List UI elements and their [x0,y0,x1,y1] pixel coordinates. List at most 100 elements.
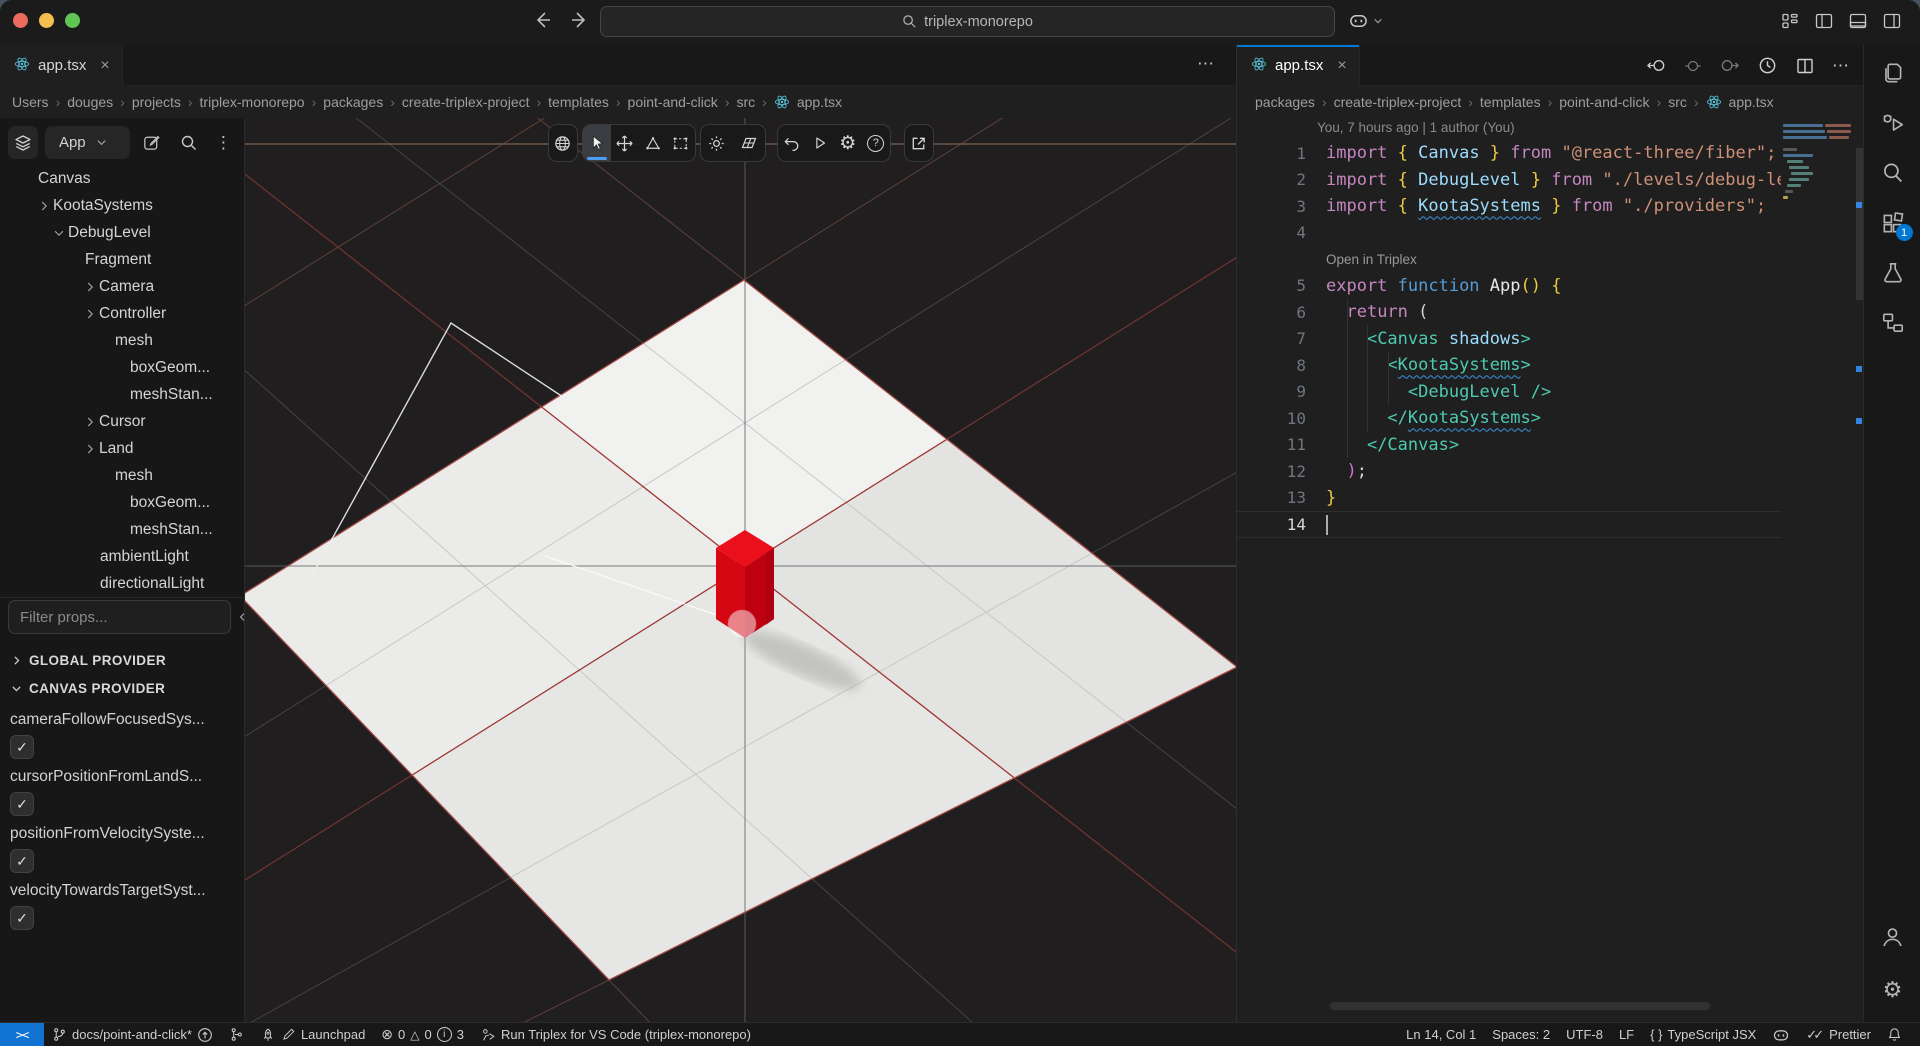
chevron-right-icon[interactable] [35,199,53,213]
scene-tree-item[interactable]: meshStan... [0,516,245,543]
breadcrumb-item[interactable]: create-triplex-project [1334,94,1462,110]
indentation-status[interactable]: Spaces: 2 [1484,1023,1558,1046]
breadcrumb-item[interactable]: src [736,94,755,110]
region-select-tool-button[interactable] [667,125,695,161]
tab-app-tsx-left[interactable]: app.tsx × [0,45,123,86]
scene-tree-item[interactable]: KootaSystems [0,192,245,219]
previous-change-button[interactable] [1684,57,1702,75]
transform-tool-button[interactable] [639,125,667,161]
chevron-right-icon[interactable] [81,415,99,429]
scene-panel-menu-button[interactable]: ⋮ [211,129,236,157]
3d-viewport[interactable]: ⚙ ? [245,118,1236,1022]
scene-tree-item[interactable]: boxGeom... [0,489,245,516]
prop-checkbox[interactable]: ✓ [10,849,34,873]
select-tool-button[interactable] [583,125,611,161]
filter-options-button[interactable] [237,607,245,627]
scene-tree-item[interactable]: Controller [0,300,245,327]
breadcrumb-item[interactable]: app.tsx [797,94,842,110]
play-button[interactable] [806,125,834,161]
close-tab-icon[interactable]: × [100,57,109,75]
run-debug-button[interactable] [1877,107,1909,139]
breadcrumb-item[interactable]: packages [323,94,383,110]
open-external-button[interactable] [905,125,933,161]
remote-indicator[interactable]: >< [0,1023,44,1046]
run-triplex-status[interactable]: Run Triplex for VS Code (triplex-monorep… [472,1023,759,1046]
scene-tree-item[interactable]: mesh [0,327,245,354]
breadcrumb-item[interactable]: templates [1480,94,1541,110]
scene-tree-item[interactable]: Cursor [0,408,245,435]
scene-tree-item[interactable]: Canvas [0,165,245,192]
next-change-button[interactable] [1719,55,1740,76]
history-back-button[interactable] [530,8,554,35]
chevron-right-icon[interactable] [81,442,99,456]
codelens-open-in-triplex[interactable]: Open in Triplex [1326,252,1417,267]
filter-props-input[interactable] [8,600,231,634]
scene-tree-item[interactable]: Fragment [0,246,245,273]
scene-tree-item[interactable]: DebugLevel [0,219,245,246]
close-tab-icon[interactable]: × [1337,57,1346,75]
manage-settings-button[interactable]: ⚙ [1877,974,1909,1006]
extensions-button[interactable]: 1 [1877,207,1909,239]
scene-tree-item[interactable]: ambientLight [0,543,245,570]
toggle-secondary-sidebar-button[interactable] [1882,11,1902,31]
settings-button[interactable]: ⚙ [834,125,862,161]
cursor-position-status[interactable]: Ln 14, Col 1 [1398,1023,1484,1046]
minimize-window-button[interactable] [39,13,54,28]
scene-tree-item[interactable]: mesh [0,462,245,489]
breadcrumb-item[interactable]: douges [67,94,113,110]
code-editor[interactable]: You, 7 hours ago | 1 author (You) 1impor… [1237,118,1863,1022]
horizontal-scrollbar[interactable] [1330,1002,1710,1010]
notifications-status[interactable] [1879,1023,1910,1046]
world-tool-button[interactable] [549,125,577,161]
breadcrumb-item[interactable]: packages [1255,94,1315,110]
scene-tree-item[interactable]: Land [0,435,245,462]
lighting-toggle-button[interactable] [701,125,733,161]
search-scene-button[interactable] [174,126,204,159]
scene-tree-item[interactable]: directionalLight [0,570,245,597]
grid-toggle-button[interactable] [733,125,765,161]
section-global-provider[interactable]: GLOBAL PROVIDER [10,646,235,674]
section-canvas-provider[interactable]: CANVAS PROVIDER [10,674,235,702]
open-changes-button[interactable] [1646,55,1667,76]
testing-button[interactable] [1877,257,1909,289]
launchpad-status[interactable]: Launchpad [252,1023,373,1046]
git-graph-status[interactable] [221,1023,252,1046]
scene-tree-item[interactable]: meshStan... [0,381,245,408]
eol-status[interactable]: LF [1611,1023,1642,1046]
language-status[interactable]: { } TypeScript JSX [1642,1023,1764,1046]
references-button[interactable] [1877,307,1909,339]
copilot-menu[interactable] [1348,10,1383,31]
prop-checkbox[interactable]: ✓ [10,735,34,759]
prop-checkbox[interactable]: ✓ [10,906,34,930]
problems-status[interactable]: ⊗ 0 △ 0 i 3 [373,1023,472,1046]
run-or-debug-button[interactable] [1757,55,1778,76]
translate-tool-button[interactable] [611,125,639,161]
breadcrumb-item[interactable]: Users [12,94,49,110]
breadcrumb-item[interactable]: create-triplex-project [402,94,530,110]
breadcrumb-item[interactable]: projects [132,94,181,110]
account-button[interactable] [1877,920,1909,952]
more-actions-button[interactable]: ⋯ [1832,56,1849,76]
zoom-window-button[interactable] [65,13,80,28]
component-selector[interactable]: App [45,126,130,159]
chevron-right-icon[interactable] [81,307,99,321]
breadcrumb-item[interactable]: src [1668,94,1687,110]
undo-button[interactable] [778,125,806,161]
minimap[interactable] [1781,118,1855,248]
editor-more-actions-button[interactable]: ⋯ [1197,54,1214,74]
breadcrumb-item[interactable]: app.tsx [1729,94,1774,110]
close-window-button[interactable] [13,13,28,28]
breadcrumb-item[interactable]: templates [548,94,609,110]
new-component-button[interactable] [137,126,167,159]
tab-app-tsx-right[interactable]: app.tsx × [1237,45,1360,86]
breadcrumb-item[interactable]: point-and-click [1559,94,1649,110]
command-center-search[interactable]: triplex-monorepo [600,6,1335,37]
git-branch-status[interactable]: docs/point-and-click* [44,1023,221,1046]
customize-layout-button[interactable] [1780,11,1800,31]
copilot-status[interactable] [1764,1023,1798,1046]
layers-button[interactable] [8,126,38,159]
toggle-sidebar-button[interactable] [1814,11,1834,31]
formatter-status[interactable]: ✓✓ Prettier [1798,1023,1879,1046]
prop-checkbox[interactable]: ✓ [10,792,34,816]
chevron-down-icon[interactable] [50,226,68,240]
